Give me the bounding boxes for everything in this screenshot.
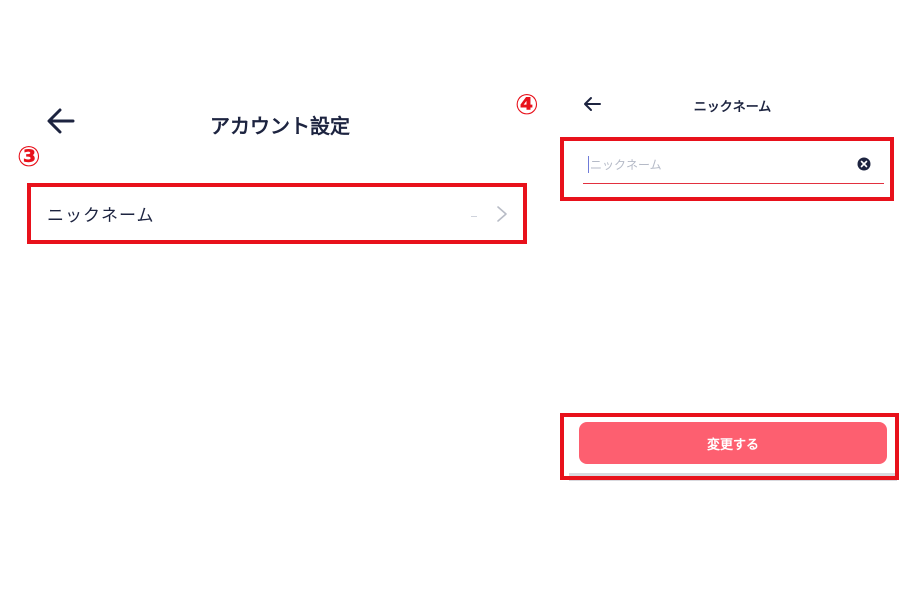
- page-title: ニックネーム: [693, 100, 772, 115]
- back-arrow-icon[interactable]: [581, 93, 603, 115]
- step-badge: ④: [515, 88, 539, 121]
- highlight-box-nickname-row: [27, 183, 527, 244]
- step-badge: ③: [17, 140, 41, 173]
- page-title: アカウント設定: [210, 114, 350, 138]
- highlight-box-change-button: [560, 413, 899, 480]
- highlight-box-nickname-input: [560, 137, 894, 201]
- back-arrow-icon[interactable]: [44, 104, 78, 138]
